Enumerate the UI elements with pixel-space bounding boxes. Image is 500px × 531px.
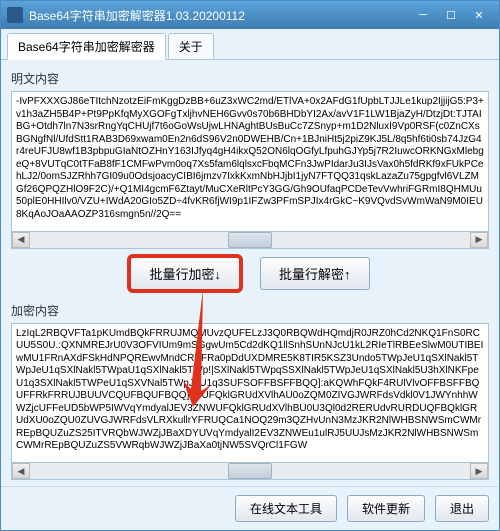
scroll-thumb[interactable] <box>228 463 272 479</box>
scroll-right-icon[interactable]: ▶ <box>470 463 488 479</box>
tab-bar: Base64字符串加密解密器 关于 <box>1 29 499 60</box>
encrypted-scrollbar[interactable]: ◀ ▶ <box>11 463 489 480</box>
exit-button[interactable]: 退出 <box>435 495 489 522</box>
plain-scrollbar[interactable]: ◀ ▶ <box>11 232 489 249</box>
tab-about[interactable]: 关于 <box>168 33 214 59</box>
minimize-button[interactable]: ─ <box>409 6 437 24</box>
maximize-button[interactable]: ☐ <box>437 6 465 24</box>
close-button[interactable]: ✕ <box>465 6 493 24</box>
tab-main[interactable]: Base64字符串加密解密器 <box>7 33 166 60</box>
encrypted-label: 加密内容 <box>11 302 489 319</box>
scroll-left-icon[interactable]: ◀ <box>12 232 30 248</box>
update-button[interactable]: 软件更新 <box>347 495 425 522</box>
plain-textarea[interactable]: -IvPFXXXGJ86eTItchNzotzEiFmKggDzBB+6uZ3x… <box>11 91 489 232</box>
plain-label: 明文内容 <box>11 70 489 87</box>
scroll-thumb[interactable] <box>228 232 272 248</box>
scroll-left-icon[interactable]: ◀ <box>12 463 30 479</box>
window-title: Base64字符串加密解密器1.03.20200112 <box>29 7 409 24</box>
app-icon <box>7 7 23 23</box>
online-tool-button[interactable]: 在线文本工具 <box>235 495 337 522</box>
encrypt-button[interactable]: 批量行加密↓ <box>130 257 240 290</box>
scroll-right-icon[interactable]: ▶ <box>470 232 488 248</box>
encrypted-textarea[interactable]: LzIqL2RBQVFTa1pKUmdBQkFRRUJMQMUvzQUFELzJ… <box>11 323 489 464</box>
decrypt-button[interactable]: 批量行解密↑ <box>260 257 370 290</box>
titlebar: Base64字符串加密解密器1.03.20200112 ─ ☐ ✕ <box>1 1 499 29</box>
